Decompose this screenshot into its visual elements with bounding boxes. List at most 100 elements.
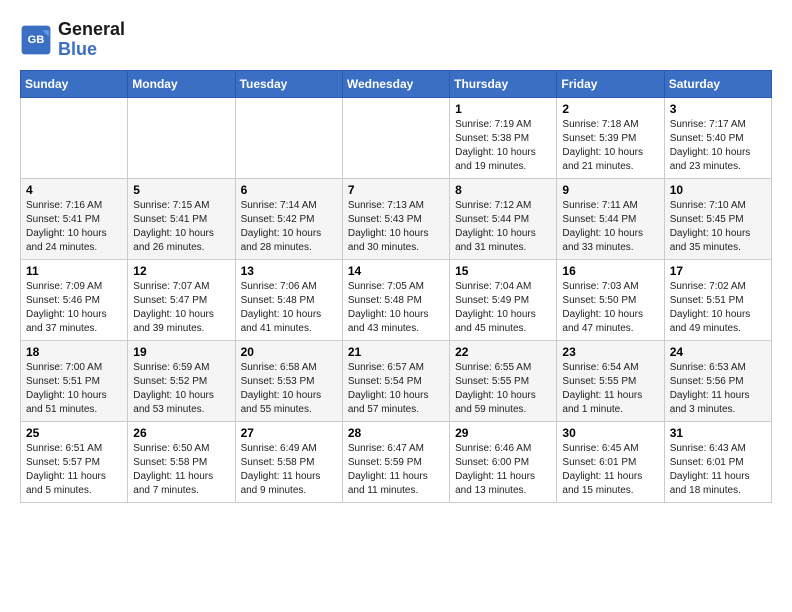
calendar-cell: 14Sunrise: 7:05 AM Sunset: 5:48 PM Dayli… xyxy=(342,259,449,340)
day-info: Sunrise: 7:15 AM Sunset: 5:41 PM Dayligh… xyxy=(133,199,229,255)
day-number: 6 xyxy=(241,183,337,197)
calendar-cell: 12Sunrise: 7:07 AM Sunset: 5:47 PM Dayli… xyxy=(128,259,235,340)
day-info: Sunrise: 6:54 AM Sunset: 5:55 PM Dayligh… xyxy=(562,361,658,417)
day-number: 29 xyxy=(455,426,551,440)
calendar-cell: 4 Sunrise: 7:16 AM Sunset: 5:41 PM Daylig… xyxy=(21,178,128,259)
day-number: 19 xyxy=(133,345,229,359)
logo: GB General Blue xyxy=(20,20,125,60)
calendar-cell xyxy=(235,97,342,178)
header-monday: Monday xyxy=(128,70,235,97)
day-info: Sunrise: 6:53 AM Sunset: 5:56 PM Dayligh… xyxy=(670,361,766,417)
calendar-cell: 16Sunrise: 7:03 AM Sunset: 5:50 PM Dayli… xyxy=(557,259,664,340)
calendar-cell xyxy=(128,97,235,178)
day-number: 2 xyxy=(562,102,658,116)
calendar-cell: 9Sunrise: 7:11 AM Sunset: 5:44 PM Daylig… xyxy=(557,178,664,259)
calendar-cell: 15 Sunrise: 7:04 AM Sunset: 5:49 PM Dayli… xyxy=(450,259,557,340)
day-info: Sunrise: 7:06 AM Sunset: 5:48 PM Dayligh… xyxy=(241,280,337,336)
day-info: Sunrise: 7:12 AM Sunset: 5:44 PM Dayligh… xyxy=(455,199,551,255)
day-number: 4 xyxy=(26,183,122,197)
calendar-cell: 29 Sunrise: 6:46 AM Sunset: 6:00 PM Dayli… xyxy=(450,421,557,502)
calendar-cell: 30 Sunrise: 6:45 AM Sunset: 6:01 PM Dayli… xyxy=(557,421,664,502)
day-info: Sunrise: 6:59 AM Sunset: 5:52 PM Dayligh… xyxy=(133,361,229,417)
day-info: Sunrise: 6:51 AM Sunset: 5:57 PM Dayligh… xyxy=(26,442,122,498)
day-info: Sunrise: 6:49 AM Sunset: 5:58 PM Dayligh… xyxy=(241,442,337,498)
calendar-cell: 5 Sunrise: 7:15 AM Sunset: 5:41 PM Daylig… xyxy=(128,178,235,259)
day-number: 26 xyxy=(133,426,229,440)
calendar-week-2: 4 Sunrise: 7:16 AM Sunset: 5:41 PM Daylig… xyxy=(21,178,772,259)
header-saturday: Saturday xyxy=(664,70,771,97)
day-number: 21 xyxy=(348,345,444,359)
day-number: 3 xyxy=(670,102,766,116)
page-header: GB General Blue xyxy=(20,20,772,60)
calendar-week-3: 11 Sunrise: 7:09 AM Sunset: 5:46 PM Dayli… xyxy=(21,259,772,340)
day-number: 10 xyxy=(670,183,766,197)
day-info: Sunrise: 7:19 AM Sunset: 5:38 PM Dayligh… xyxy=(455,118,551,174)
day-number: 8 xyxy=(455,183,551,197)
header-friday: Friday xyxy=(557,70,664,97)
day-info: Sunrise: 6:57 AM Sunset: 5:54 PM Dayligh… xyxy=(348,361,444,417)
day-info: Sunrise: 7:16 AM Sunset: 5:41 PM Dayligh… xyxy=(26,199,122,255)
calendar-cell: 22Sunrise: 6:55 AM Sunset: 5:55 PM Dayli… xyxy=(450,340,557,421)
day-info: Sunrise: 7:10 AM Sunset: 5:45 PM Dayligh… xyxy=(670,199,766,255)
calendar-cell: 20Sunrise: 6:58 AM Sunset: 5:53 PM Dayli… xyxy=(235,340,342,421)
day-number: 18 xyxy=(26,345,122,359)
day-number: 5 xyxy=(133,183,229,197)
day-info: Sunrise: 7:02 AM Sunset: 5:51 PM Dayligh… xyxy=(670,280,766,336)
day-number: 11 xyxy=(26,264,122,278)
calendar-cell: 8 Sunrise: 7:12 AM Sunset: 5:44 PM Daylig… xyxy=(450,178,557,259)
day-info: Sunrise: 7:03 AM Sunset: 5:50 PM Dayligh… xyxy=(562,280,658,336)
header-sunday: Sunday xyxy=(21,70,128,97)
calendar-cell: 23Sunrise: 6:54 AM Sunset: 5:55 PM Dayli… xyxy=(557,340,664,421)
day-number: 31 xyxy=(670,426,766,440)
day-info: Sunrise: 7:00 AM Sunset: 5:51 PM Dayligh… xyxy=(26,361,122,417)
calendar-week-5: 25 Sunrise: 6:51 AM Sunset: 5:57 PM Dayli… xyxy=(21,421,772,502)
calendar-cell: 3 Sunrise: 7:17 AM Sunset: 5:40 PM Daylig… xyxy=(664,97,771,178)
day-info: Sunrise: 6:47 AM Sunset: 5:59 PM Dayligh… xyxy=(348,442,444,498)
day-number: 13 xyxy=(241,264,337,278)
calendar-week-1: 1 Sunrise: 7:19 AM Sunset: 5:38 PM Daylig… xyxy=(21,97,772,178)
logo-icon: GB xyxy=(20,24,52,56)
calendar-cell: 28 Sunrise: 6:47 AM Sunset: 5:59 PM Dayli… xyxy=(342,421,449,502)
day-info: Sunrise: 7:09 AM Sunset: 5:46 PM Dayligh… xyxy=(26,280,122,336)
calendar-table: SundayMondayTuesdayWednesdayThursdayFrid… xyxy=(20,70,772,503)
calendar-cell: 27 Sunrise: 6:49 AM Sunset: 5:58 PM Dayli… xyxy=(235,421,342,502)
day-number: 24 xyxy=(670,345,766,359)
calendar-cell: 26 Sunrise: 6:50 AM Sunset: 5:58 PM Dayli… xyxy=(128,421,235,502)
day-info: Sunrise: 6:43 AM Sunset: 6:01 PM Dayligh… xyxy=(670,442,766,498)
day-info: Sunrise: 7:18 AM Sunset: 5:39 PM Dayligh… xyxy=(562,118,658,174)
calendar-cell: 2 Sunrise: 7:18 AM Sunset: 5:39 PM Daylig… xyxy=(557,97,664,178)
calendar-cell: 18 Sunrise: 7:00 AM Sunset: 5:51 PM Dayli… xyxy=(21,340,128,421)
header-tuesday: Tuesday xyxy=(235,70,342,97)
day-number: 25 xyxy=(26,426,122,440)
header-thursday: Thursday xyxy=(450,70,557,97)
day-number: 27 xyxy=(241,426,337,440)
calendar-cell: 17Sunrise: 7:02 AM Sunset: 5:51 PM Dayli… xyxy=(664,259,771,340)
calendar-cell: 24 Sunrise: 6:53 AM Sunset: 5:56 PM Dayli… xyxy=(664,340,771,421)
header-wednesday: Wednesday xyxy=(342,70,449,97)
calendar-cell: 19 Sunrise: 6:59 AM Sunset: 5:52 PM Dayli… xyxy=(128,340,235,421)
calendar-cell xyxy=(21,97,128,178)
day-info: Sunrise: 7:17 AM Sunset: 5:40 PM Dayligh… xyxy=(670,118,766,174)
day-info: Sunrise: 6:45 AM Sunset: 6:01 PM Dayligh… xyxy=(562,442,658,498)
calendar-cell: 21 Sunrise: 6:57 AM Sunset: 5:54 PM Dayli… xyxy=(342,340,449,421)
day-info: Sunrise: 6:46 AM Sunset: 6:00 PM Dayligh… xyxy=(455,442,551,498)
calendar-cell: 1 Sunrise: 7:19 AM Sunset: 5:38 PM Daylig… xyxy=(450,97,557,178)
day-number: 15 xyxy=(455,264,551,278)
day-number: 22 xyxy=(455,345,551,359)
day-number: 12 xyxy=(133,264,229,278)
day-number: 30 xyxy=(562,426,658,440)
day-info: Sunrise: 6:50 AM Sunset: 5:58 PM Dayligh… xyxy=(133,442,229,498)
day-number: 28 xyxy=(348,426,444,440)
day-info: Sunrise: 7:14 AM Sunset: 5:42 PM Dayligh… xyxy=(241,199,337,255)
day-info: Sunrise: 7:05 AM Sunset: 5:48 PM Dayligh… xyxy=(348,280,444,336)
calendar-cell: 7Sunrise: 7:13 AM Sunset: 5:43 PM Daylig… xyxy=(342,178,449,259)
day-number: 1 xyxy=(455,102,551,116)
calendar-cell: 11 Sunrise: 7:09 AM Sunset: 5:46 PM Dayli… xyxy=(21,259,128,340)
day-info: Sunrise: 6:58 AM Sunset: 5:53 PM Dayligh… xyxy=(241,361,337,417)
day-info: Sunrise: 7:04 AM Sunset: 5:49 PM Dayligh… xyxy=(455,280,551,336)
calendar-header-row: SundayMondayTuesdayWednesdayThursdayFrid… xyxy=(21,70,772,97)
calendar-cell xyxy=(342,97,449,178)
day-info: Sunrise: 7:11 AM Sunset: 5:44 PM Dayligh… xyxy=(562,199,658,255)
calendar-cell: 13 Sunrise: 7:06 AM Sunset: 5:48 PM Dayli… xyxy=(235,259,342,340)
calendar-cell: 31 Sunrise: 6:43 AM Sunset: 6:01 PM Dayli… xyxy=(664,421,771,502)
